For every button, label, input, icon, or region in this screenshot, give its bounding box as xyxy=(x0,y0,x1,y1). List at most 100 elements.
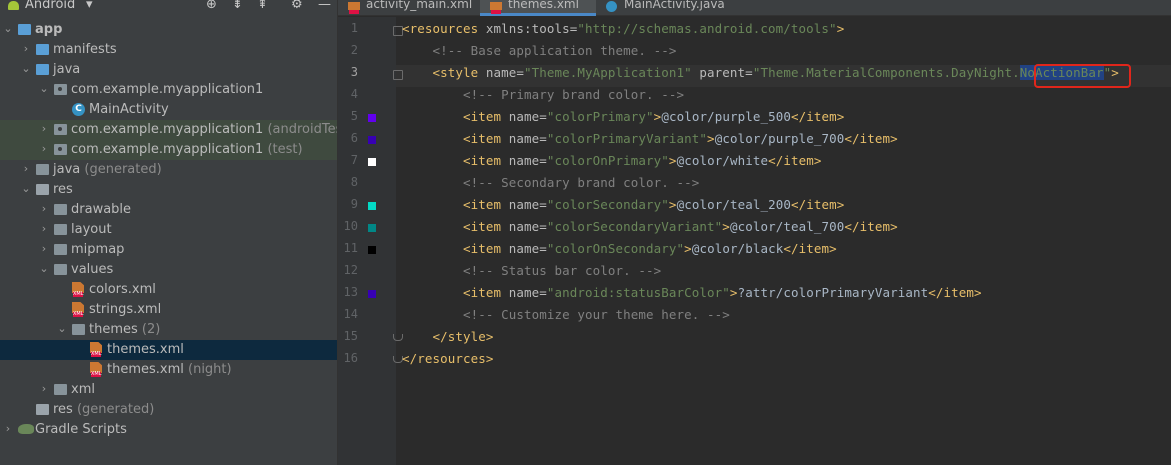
chevron-right-icon[interactable]: › xyxy=(38,122,50,135)
chevron-right-icon[interactable]: › xyxy=(20,42,32,55)
color-swatch-icon[interactable] xyxy=(368,202,376,210)
code-line[interactable]: <item name="colorPrimary">@color/purple_… xyxy=(402,109,844,124)
code-line[interactable]: <item name="colorPrimaryVariant">@color/… xyxy=(402,131,898,146)
package-icon xyxy=(54,144,67,155)
package-icon xyxy=(54,84,67,95)
chevron-down-icon[interactable]: ⌄ xyxy=(20,62,32,75)
color-swatch-icon[interactable] xyxy=(368,136,376,144)
code-line[interactable]: <!-- Customize your theme here. --> xyxy=(402,307,730,322)
collapse-all-icon[interactable]: ⇟ xyxy=(232,0,243,12)
code-line[interactable]: <!-- Status bar color. --> xyxy=(402,263,661,278)
line-number: 10 xyxy=(343,219,358,233)
chevron-right-icon[interactable]: › xyxy=(38,382,50,395)
folder-icon xyxy=(54,384,67,395)
chevron-right-icon[interactable]: › xyxy=(38,202,50,215)
tree-item-label: com.example.myapplication1 (androidTest) xyxy=(71,122,337,137)
tree-row[interactable]: res (generated) xyxy=(0,400,337,420)
xml-file-icon: XML xyxy=(90,342,102,357)
code-line[interactable]: <item name="android:statusBarColor">?att… xyxy=(402,285,982,300)
tab-activity-main-xml[interactable]: activity_main.xml xyxy=(338,0,472,15)
chevron-down-icon[interactable]: ⌄ xyxy=(20,182,32,195)
xml-file-icon: XML xyxy=(90,362,102,377)
tree-item-label: java xyxy=(53,62,81,77)
java-class-icon: C xyxy=(72,103,85,116)
code-line[interactable]: <!-- Secondary brand color. --> xyxy=(402,175,699,190)
color-swatch-icon[interactable] xyxy=(368,224,376,232)
line-number: 7 xyxy=(350,153,358,167)
java-class-icon xyxy=(606,1,617,12)
expand-all-icon[interactable]: ⇞ xyxy=(257,0,268,12)
tree-row[interactable]: XML themes.xml xyxy=(0,340,337,360)
color-swatch-icon[interactable] xyxy=(368,290,376,298)
code-line[interactable]: <!-- Primary brand color. --> xyxy=(402,87,684,102)
xml-file-icon xyxy=(490,2,502,14)
tree-row[interactable]: › layout xyxy=(0,220,337,240)
tree-row[interactable]: C MainActivity xyxy=(0,100,337,120)
chevron-right-icon[interactable]: › xyxy=(38,142,50,155)
chevron-right-icon[interactable]: › xyxy=(38,222,50,235)
color-swatch-icon[interactable] xyxy=(368,246,376,254)
folder-icon xyxy=(54,204,67,215)
tree-item-label: manifests xyxy=(53,42,117,57)
chevron-down-icon[interactable]: ▾ xyxy=(86,0,93,12)
tree-row[interactable]: ⌄ res xyxy=(0,180,337,200)
code-line[interactable]: </resources> xyxy=(402,351,494,366)
line-number: 4 xyxy=(350,87,358,101)
tree-row[interactable]: › drawable xyxy=(0,200,337,220)
tree-row[interactable]: XML themes.xml (night) xyxy=(0,360,337,380)
tree-item-label: Gradle Scripts xyxy=(35,422,127,437)
tree-row[interactable]: › Gradle Scripts xyxy=(0,420,337,440)
code-line[interactable]: <item name="colorOnPrimary">@color/white… xyxy=(402,153,821,168)
tree-row[interactable]: › xml xyxy=(0,380,337,400)
line-number: 6 xyxy=(350,131,358,145)
tab-mainactivity-java[interactable]: MainActivity.java xyxy=(596,0,725,15)
tree-row[interactable]: ⌄ themes (2) xyxy=(0,320,337,340)
gear-icon[interactable]: ⚙ xyxy=(291,0,303,12)
module-icon xyxy=(18,24,31,35)
tree-row[interactable]: ⌄ values xyxy=(0,260,337,280)
code-line[interactable]: <resources xmlns:tools="http://schemas.a… xyxy=(402,21,844,36)
code-editor[interactable]: 1 2 3 4 5 6 7 8 9 10 11 12 13 14 15 16 <resources xmlns… xyxy=(338,17,1171,465)
tree-row[interactable]: › mipmap xyxy=(0,240,337,260)
tree-row[interactable]: XML colors.xml xyxy=(0,280,337,300)
color-swatch-icon[interactable] xyxy=(368,114,376,122)
line-number: 3 xyxy=(350,65,358,79)
folder-icon xyxy=(36,64,49,75)
folder-icon xyxy=(54,264,67,275)
chevron-right-icon[interactable]: › xyxy=(2,422,14,435)
code-line[interactable]: <item name="colorOnSecondary">@color/bla… xyxy=(402,241,837,256)
tree-item-label: themes (2) xyxy=(89,322,161,337)
tree-row[interactable]: › java (generated) xyxy=(0,160,337,180)
tree-row[interactable]: › com.example.myapplication1 (test) xyxy=(0,140,337,160)
tree-row[interactable]: ⌄ app xyxy=(0,20,337,40)
tree-row[interactable]: ⌄ com.example.myapplication1 xyxy=(0,80,337,100)
code-line[interactable]: <item name="colorSecondaryVariant">@colo… xyxy=(402,219,898,234)
tab-label: themes.xml xyxy=(508,0,579,11)
chevron-down-icon[interactable]: ⌄ xyxy=(38,262,50,275)
package-icon xyxy=(54,124,67,135)
chevron-right-icon[interactable]: › xyxy=(20,162,32,175)
chevron-down-icon[interactable]: ⌄ xyxy=(2,22,14,35)
line-number: 8 xyxy=(350,175,358,189)
globe-icon[interactable]: ⊕ xyxy=(206,0,217,12)
tab-themes-xml[interactable]: themes.xml xyxy=(480,0,596,16)
tree-row[interactable]: ⌄ java xyxy=(0,60,337,80)
color-swatch-icon[interactable] xyxy=(368,158,376,166)
tree-row[interactable]: › manifests xyxy=(0,40,337,60)
tree-item-label: themes.xml xyxy=(107,342,184,357)
chevron-down-icon[interactable]: ⌄ xyxy=(56,322,68,335)
tree-item-label: java (generated) xyxy=(53,162,162,177)
tree-row[interactable]: XML strings.xml xyxy=(0,300,337,320)
chevron-down-icon[interactable]: ⌄ xyxy=(38,82,50,95)
minimize-icon[interactable]: — xyxy=(318,0,331,12)
code-line[interactable]: </style> xyxy=(402,329,494,344)
tree-item-label: xml xyxy=(71,382,95,397)
gradle-icon xyxy=(18,424,34,434)
tree-row[interactable]: › com.example.myapplication1 (androidTest… xyxy=(0,120,337,140)
chevron-right-icon[interactable]: › xyxy=(38,242,50,255)
code-line[interactable]: <!-- Base application theme. --> xyxy=(402,43,677,58)
code-line[interactable]: <style name="Theme.MyApplication1" paren… xyxy=(402,65,1119,80)
tree-item-label: com.example.myapplication1 xyxy=(71,82,264,97)
code-line[interactable]: <item name="colorSecondary">@color/teal_… xyxy=(402,197,844,212)
project-view-selector[interactable]: Android xyxy=(25,0,75,12)
